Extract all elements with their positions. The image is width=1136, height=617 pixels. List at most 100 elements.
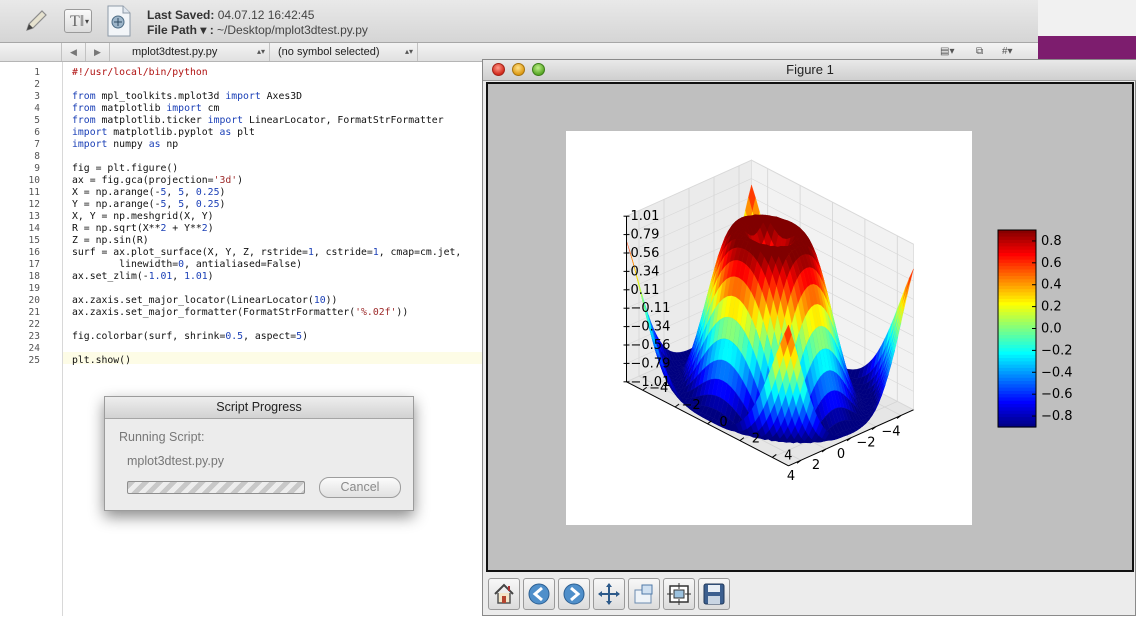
- code-line: fig.colorbar(surf, shrink=0.5, aspect=5): [72, 331, 308, 342]
- z-tick-label: 0.11: [631, 283, 660, 298]
- line-number: 8: [34, 151, 40, 162]
- line-number: 3: [34, 91, 40, 102]
- x-tick-label: 4: [787, 469, 795, 484]
- code-line: R = np.sqrt(X**2 + Y**2): [72, 223, 214, 234]
- line-number: 23: [28, 331, 40, 342]
- dialog-title: Script Progress: [105, 397, 413, 419]
- line-number: 22: [28, 319, 40, 330]
- colorbar-tick-label: −0.6: [1041, 387, 1073, 402]
- code-line: surf = ax.plot_surface(X, Y, Z, rstride=…: [72, 247, 462, 258]
- colorbar-tick-label: 0.0: [1041, 322, 1062, 337]
- x-tick-label: −4: [881, 424, 900, 439]
- code-line: Y = np.arange(-5, 5, 0.25): [72, 199, 226, 210]
- back-icon[interactable]: [523, 578, 555, 610]
- surface-plot: 1.01 0.79 0.56 0.34 0.11 −0.11 −0.34 −0.56 −0.79…: [623, 159, 915, 484]
- z-tick-label: 0.34: [631, 264, 660, 279]
- zoom-icon[interactable]: [628, 578, 660, 610]
- z-tick-label: 0.56: [631, 246, 660, 261]
- text-format-icon[interactable]: T‖ ▾: [64, 9, 92, 33]
- dialog-body: Running Script: mplot3dtest.py.py Cancel: [105, 419, 413, 510]
- line-number: 11: [28, 187, 40, 198]
- line-number: 5: [34, 115, 40, 126]
- code-line: from matplotlib.ticker import LinearLoca…: [72, 115, 444, 126]
- line-number: 15: [28, 235, 40, 246]
- y-tick-label: 4: [784, 448, 792, 463]
- document-icon[interactable]: [103, 4, 133, 38]
- line-number: 9: [34, 163, 40, 174]
- nav-symbol-label: (no symbol selected): [278, 46, 380, 58]
- line-number: 12: [28, 199, 40, 210]
- plot-area: 1.01 0.79 0.56 0.34 0.11 −0.11 −0.34 −0.56 −0.79…: [566, 131, 972, 525]
- code-line: from mpl_toolkits.mplot3d import Axes3D: [72, 91, 303, 102]
- file-selector[interactable]: mplot3dtest.py.py ▴▾: [110, 43, 270, 61]
- code-line: fig = plt.figure(): [72, 163, 179, 174]
- line-number-gutter: 1 2 3 4 5 6 7 8 9 10 11 12 13 14 15 16 17 18 19 20 21 22 23 24 2…: [0, 62, 63, 616]
- pan-icon[interactable]: [593, 578, 625, 610]
- line-number: 10: [28, 175, 40, 186]
- cancel-button[interactable]: Cancel: [319, 477, 401, 498]
- forward-icon[interactable]: [558, 578, 590, 610]
- colorbar-tick-label: 0.6: [1041, 256, 1062, 271]
- code-line: linewidth=0, antialiased=False): [72, 259, 303, 270]
- nav-back-icon[interactable]: ◀: [62, 43, 86, 61]
- code-line: X, Y = np.meshgrid(X, Y): [72, 211, 214, 222]
- code-line: plt.show(): [72, 355, 131, 366]
- colorbar-tick-label: −0.2: [1041, 343, 1073, 358]
- figure-title: Figure 1: [786, 62, 834, 77]
- line-number: 2: [34, 79, 40, 90]
- z-tick-label: −0.56: [631, 338, 671, 353]
- line-number: 25: [28, 355, 40, 366]
- symbol-selector[interactable]: (no symbol selected) ▴▾: [270, 43, 418, 61]
- updown-icon: ▴▾: [404, 47, 413, 56]
- z-tick-label: 0.79: [631, 228, 660, 243]
- line-number: 21: [28, 307, 40, 318]
- code-line: ax.zaxis.set_major_formatter(FormatStrFo…: [72, 307, 409, 318]
- figure-titlebar: Figure 1: [483, 60, 1136, 81]
- nav-forward-icon[interactable]: ▶: [86, 43, 110, 61]
- code-line: ax = fig.gca(projection='3d'): [72, 175, 244, 186]
- line-number: 20: [28, 295, 40, 306]
- file-path-value: ~/Desktop/mplot3dtest.py.py: [217, 23, 368, 37]
- code-line: ax.set_zlim(-1.01, 1.01): [72, 271, 214, 282]
- line-number: 24: [28, 343, 40, 354]
- code-line: import numpy as np: [72, 139, 179, 150]
- code-line: Z = np.sin(R): [72, 235, 149, 246]
- pencil-icon[interactable]: [22, 7, 50, 35]
- y-tick-label: −2: [682, 398, 701, 413]
- line-number: 16: [28, 247, 40, 258]
- x-tick-label: 0: [837, 447, 845, 462]
- background-window-bar: [1038, 36, 1136, 60]
- figure-canvas[interactable]: 1.01 0.79 0.56 0.34 0.11 −0.11 −0.34 −0.56 −0.79…: [486, 82, 1134, 572]
- code-line: import matplotlib.pyplot as plt: [72, 127, 255, 138]
- script-name: mplot3dtest.py.py: [127, 454, 225, 468]
- x-tick-label: 2: [812, 458, 820, 473]
- save-icon[interactable]: [698, 578, 730, 610]
- subplots-icon[interactable]: [663, 578, 695, 610]
- script-progress-dialog: Script Progress Running Script: mplot3dt…: [104, 396, 414, 511]
- code-line: from matplotlib import cm: [72, 103, 220, 114]
- z-tick-label: 1.01: [631, 209, 660, 224]
- colorbar-tick-label: −0.8: [1041, 409, 1073, 424]
- code-line: X = np.arange(-5, 5, 0.25): [72, 187, 226, 198]
- line-number: 1: [34, 67, 40, 78]
- line-number: 19: [28, 283, 40, 294]
- last-saved-value: 04.07.12 16:42:45: [217, 8, 315, 22]
- y-tick-label: 2: [752, 432, 760, 447]
- colorbar-tick-label: −0.4: [1041, 365, 1073, 380]
- last-saved-label: Last Saved:: [147, 8, 215, 22]
- figure-window: Figure 1 1.01 0.79 0.56 0.34 0.11 −0.11 −0.34 −…: [482, 59, 1136, 616]
- z-tick-label: −0.11: [631, 301, 671, 316]
- home-icon[interactable]: [488, 578, 520, 610]
- colorbar-tick-label: 0.4: [1041, 278, 1062, 293]
- x-tick-label: −2: [856, 436, 875, 451]
- file-info: Last Saved: 04.07.12 16:42:45 File Path …: [147, 8, 368, 38]
- line-number: 4: [34, 103, 40, 114]
- file-path-label[interactable]: File Path ▾ :: [147, 23, 214, 37]
- colorbar-tick-label: 0.8: [1041, 234, 1062, 249]
- line-number: 14: [28, 223, 40, 234]
- colorbar: 0.8 0.6 0.4 0.2 0.0 −0.2 −0.4 −0.6 −0.8: [997, 229, 1073, 428]
- line-number: 18: [28, 271, 40, 282]
- editor-toolbar: T‖ ▾ Last Saved: 04.07.12 16:42:45 File P…: [0, 0, 1038, 43]
- updown-icon: ▴▾: [256, 47, 265, 56]
- line-number: 7: [34, 139, 40, 150]
